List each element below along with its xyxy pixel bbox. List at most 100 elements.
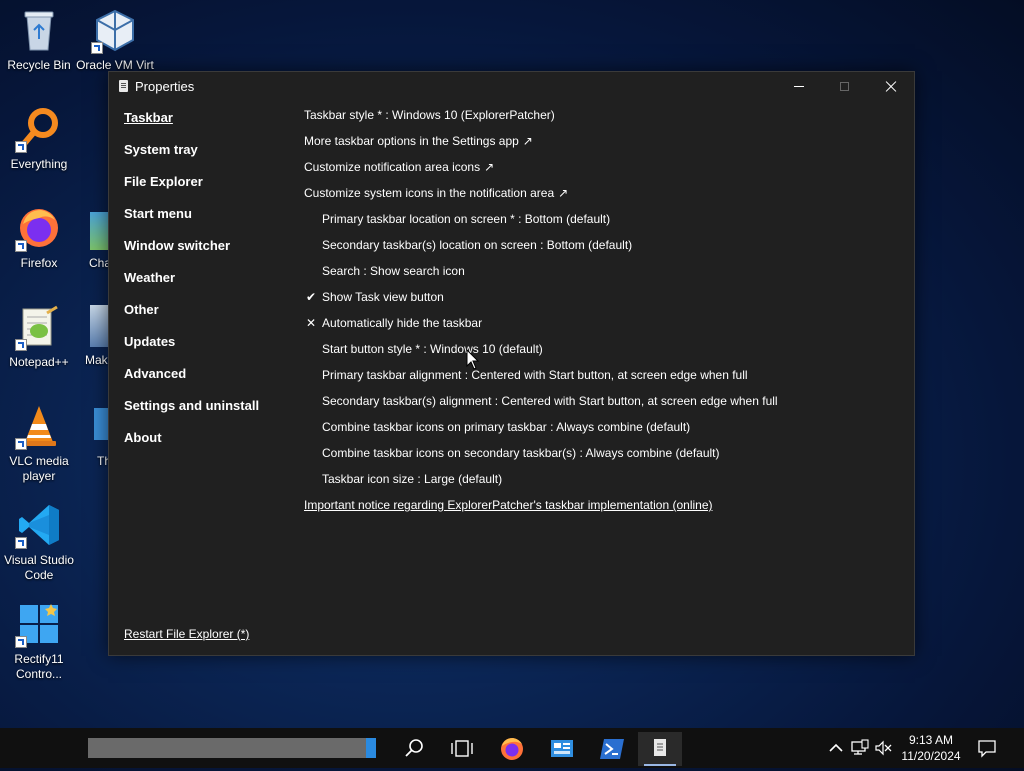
option-taskbar-style[interactable]: Taskbar style * : Windows 10 (ExplorerPa… <box>304 106 904 132</box>
show-hidden-icons-button[interactable] <box>826 740 846 756</box>
task-view-icon <box>451 740 473 757</box>
desktop-icon-label: Rectify11 Contro... <box>14 652 64 681</box>
option-secondary-taskbar-alignment[interactable]: Secondary taskbar(s) alignment : Centere… <box>304 392 904 418</box>
properties-window: Properties Taskbar System tray File Expl… <box>108 71 915 656</box>
desktop-icon-label: Firefox <box>20 256 58 270</box>
option-label: Customize notification area icons <box>304 160 481 174</box>
search-box-accent <box>366 738 376 758</box>
desktop-icon-notepad-plus-plus[interactable]: Notepad++ <box>0 305 78 370</box>
nav-item-system-tray[interactable]: System tray <box>124 142 294 174</box>
option-label: Combine taskbar icons on secondary taskb… <box>322 446 720 460</box>
option-taskbar-icon-size[interactable]: Taskbar icon size : Large (default) <box>304 470 904 496</box>
option-primary-taskbar-alignment[interactable]: Primary taskbar alignment : Centered wit… <box>304 366 904 392</box>
properties-app-icon <box>654 739 666 756</box>
chevron-up-icon <box>829 743 843 752</box>
nav-item-advanced[interactable]: Advanced <box>124 366 294 398</box>
close-button[interactable] <box>868 72 914 102</box>
option-search[interactable]: Search : Show search icon <box>304 262 904 288</box>
taskbar-control-panel-button[interactable] <box>540 732 584 766</box>
clock-time: 9:13 AM <box>908 733 954 747</box>
taskbar-firefox-button[interactable] <box>490 732 534 766</box>
shortcut-arrow-icon <box>15 339 27 351</box>
nav-item-other[interactable]: Other <box>124 302 294 334</box>
nav-item-start-menu[interactable]: Start menu <box>124 206 294 238</box>
option-combine-secondary[interactable]: Combine taskbar icons on secondary taskb… <box>304 444 904 470</box>
option-show-task-view-button[interactable]: ✔ Show Task view button <box>304 288 904 314</box>
desktop-icon-recycle-bin[interactable]: Recycle Bin <box>0 8 78 73</box>
rectify11-icon <box>15 602 61 648</box>
option-more-taskbar-options[interactable]: More taskbar options in the Settings app… <box>304 132 904 158</box>
network-button[interactable] <box>850 739 870 757</box>
option-label: Taskbar style * : Windows 10 (ExplorerPa… <box>304 108 555 122</box>
option-start-button-style[interactable]: Start button style * : Windows 10 (defau… <box>304 340 904 366</box>
vscode-icon <box>15 503 61 549</box>
taskbar-properties-button[interactable] <box>638 732 682 766</box>
partial-app-icon <box>90 305 108 347</box>
checkmark-icon: ✔ <box>305 290 317 304</box>
option-label: Combine taskbar icons on primary taskbar… <box>322 420 691 434</box>
external-link-icon: ↗ <box>558 186 569 200</box>
desktop-icon-rectify11[interactable]: Rectify11 Contro... <box>0 602 78 682</box>
desktop-icon-label: Mak <box>85 353 108 367</box>
desktop-icon-everything[interactable]: Everything <box>0 107 78 172</box>
nav-item-updates[interactable]: Updates <box>124 334 294 366</box>
desktop-icon-vscode[interactable]: Visual Studio Code <box>0 503 78 583</box>
desktop-icon-vlc[interactable]: VLC media player <box>0 404 78 484</box>
volume-button[interactable] <box>874 739 894 757</box>
option-label: Start button style * : Windows 10 (defau… <box>322 342 543 356</box>
minimize-button[interactable] <box>776 72 822 102</box>
desktop-icon-label: Everything <box>10 157 68 171</box>
powershell-icon <box>600 739 624 759</box>
system-tray: 9:13 AM 11/20/2024 <box>824 728 1024 768</box>
notification-icon <box>978 740 996 758</box>
option-auto-hide-taskbar[interactable]: ✕ Automatically hide the taskbar <box>304 314 904 340</box>
option-system-icons[interactable]: Customize system icons in the notificati… <box>304 184 904 210</box>
desktop-icon-label: Th <box>97 454 108 468</box>
desktop-icon-partial[interactable]: Mak <box>76 305 108 368</box>
taskbar-search-box[interactable] <box>88 738 376 758</box>
taskbar: 9:13 AM 11/20/2024 <box>0 728 1024 768</box>
taskbar-clock[interactable]: 9:13 AM 11/20/2024 <box>893 732 969 764</box>
desktop-icon-label: Notepad++ <box>9 355 69 369</box>
option-combine-primary[interactable]: Combine taskbar icons on primary taskbar… <box>304 418 904 444</box>
option-label: More taskbar options in the Settings app <box>304 134 519 148</box>
control-panel-icon <box>551 740 573 757</box>
nav-item-settings-and-uninstall[interactable]: Settings and uninstall <box>124 398 294 430</box>
external-link-icon: ↗ <box>522 134 533 148</box>
virtualbox-icon <box>91 8 137 54</box>
nav-item-taskbar[interactable]: Taskbar <box>124 110 294 142</box>
desktop-icon-firefox[interactable]: Firefox <box>0 206 78 271</box>
search-button[interactable] <box>392 732 436 766</box>
option-label: Secondary taskbar(s) alignment : Centere… <box>322 394 778 408</box>
vlc-icon <box>15 404 61 450</box>
shortcut-arrow-icon <box>15 141 27 153</box>
everything-search-icon <box>15 107 61 153</box>
mouse-cursor-icon <box>466 348 480 376</box>
option-secondary-taskbar-location[interactable]: Secondary taskbar(s) location on screen … <box>304 236 904 262</box>
nav-item-about[interactable]: About <box>124 430 294 462</box>
taskbar-powershell-button[interactable] <box>590 732 634 766</box>
window-title: Properties <box>135 79 195 94</box>
task-view-button[interactable] <box>440 732 484 766</box>
nav-item-weather[interactable]: Weather <box>124 270 294 302</box>
title-bar[interactable]: Properties <box>109 72 914 102</box>
maximize-button[interactable] <box>822 72 868 102</box>
restart-file-explorer-link[interactable]: Restart File Explorer (*) <box>124 627 249 641</box>
option-primary-taskbar-location[interactable]: Primary taskbar location on screen * : B… <box>304 210 904 236</box>
important-notice-link[interactable]: Important notice regarding ExplorerPatch… <box>304 496 904 522</box>
desktop-icon-partial[interactable]: Th <box>76 408 108 469</box>
notification-center-button[interactable] <box>976 738 998 758</box>
nav-item-file-explorer[interactable]: File Explorer <box>124 174 294 206</box>
option-label: Automatically hide the taskbar <box>322 316 483 330</box>
option-notification-area-icons[interactable]: Customize notification area icons ↗ <box>304 158 904 184</box>
desktop-icon-partial[interactable]: Cha <box>76 212 108 271</box>
notepad-plus-plus-icon <box>15 305 61 351</box>
nav-item-window-switcher[interactable]: Window switcher <box>124 238 294 270</box>
recycle-bin-icon <box>17 8 61 52</box>
desktop-icon-label: Visual Studio Code <box>4 553 74 582</box>
shortcut-arrow-icon <box>15 636 27 648</box>
option-label: Primary taskbar location on screen * : B… <box>322 212 611 226</box>
external-link-icon: ↗ <box>484 160 495 174</box>
option-label: Search : Show search icon <box>322 264 465 278</box>
search-icon <box>405 739 423 757</box>
